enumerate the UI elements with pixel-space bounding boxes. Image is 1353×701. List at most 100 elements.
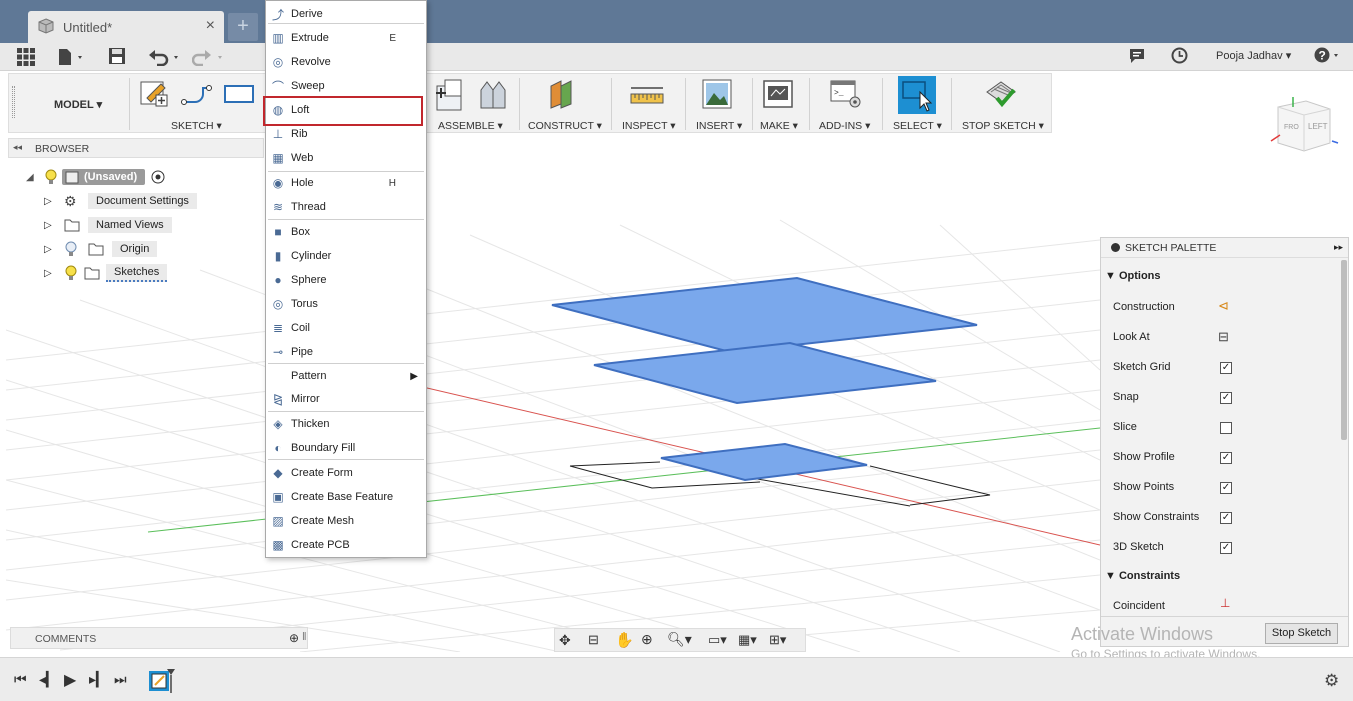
sketch-group-label[interactable]: SKETCH ▾ — [171, 120, 222, 132]
construct-group-label[interactable]: CONSTRUCT ▾ — [528, 120, 602, 132]
browser-item-document-settings[interactable]: ▷ ⚙ Document Settings — [44, 191, 197, 211]
menu-item-revolve[interactable]: ◎ Revolve — [266, 51, 426, 73]
viewports-icon[interactable]: ⊞▾ — [769, 632, 786, 648]
browser-root-item[interactable]: ◢ (Unsaved) — [26, 167, 165, 187]
toolbar-grip[interactable] — [12, 86, 15, 118]
menu-item-sweep[interactable]: ⌒ Sweep — [266, 75, 426, 97]
menu-item-create-mesh[interactable]: ▨ Create Mesh — [266, 510, 426, 532]
menu-item-extrude[interactable]: ▥ Extrude E — [266, 27, 426, 49]
palette-checkbox-3d-sketch[interactable]: ✓ — [1220, 542, 1232, 554]
palette-checkbox-sketch-grid[interactable]: ✓ — [1220, 362, 1232, 374]
display-settings-icon[interactable]: ▭▾ — [708, 632, 727, 648]
menu-item-sphere[interactable]: ● Sphere — [266, 269, 426, 291]
construction-toggle-icon[interactable]: ⊲ — [1218, 298, 1229, 314]
joint-icon[interactable] — [477, 78, 509, 112]
middle-sketch-profile[interactable] — [593, 341, 937, 405]
options-section[interactable]: ▼ Options — [1105, 270, 1161, 282]
file-menu-icon[interactable] — [58, 48, 88, 66]
look-at-icon[interactable]: ⊟ — [588, 632, 599, 648]
coincident-constraint-icon[interactable]: ⊥ — [1220, 596, 1230, 610]
3d-print-icon[interactable] — [762, 78, 794, 110]
top-sketch-profile[interactable] — [551, 276, 978, 354]
browser-panel-header[interactable]: ◂◂ BROWSER — [8, 138, 264, 158]
expand-triangle-icon[interactable]: ▷ — [44, 244, 64, 255]
data-panel-grid-icon[interactable] — [17, 48, 35, 66]
browser-item-named-views[interactable]: ▷ Named Views — [44, 215, 172, 235]
assemble-group-label[interactable]: ASSEMBLE ▾ — [438, 120, 503, 132]
insert-image-icon[interactable] — [701, 78, 733, 110]
expand-triangle-icon[interactable]: ▷ — [44, 220, 64, 231]
palette-checkbox-show-constraints[interactable]: ✓ — [1220, 512, 1232, 524]
measure-icon[interactable] — [629, 82, 665, 108]
comments-grip-icon[interactable]: ‖ — [302, 631, 307, 643]
menu-item-box[interactable]: ■ Box — [266, 221, 426, 243]
menu-item-hole[interactable]: ◉ Hole H — [266, 172, 426, 194]
menu-item-thread[interactable]: ≋ Thread — [266, 196, 426, 218]
go-to-start-icon[interactable]: ⏮ — [14, 671, 27, 688]
menu-item-create-form[interactable]: ◆ Create Form — [266, 462, 426, 484]
menu-item-create-pcb[interactable]: ▩ Create PCB — [266, 534, 426, 556]
palette-checkbox-show-points[interactable]: ✓ — [1220, 482, 1232, 494]
collapse-browser-icon[interactable]: ◂◂ — [13, 142, 22, 153]
redo-icon[interactable] — [192, 48, 226, 66]
pan-hand-icon[interactable]: ✋ — [615, 631, 634, 649]
workspace-switcher[interactable]: MODEL ▾ — [54, 98, 102, 111]
menu-item-torus[interactable]: ◎ Torus — [266, 293, 426, 315]
palette-checkbox-show-profile[interactable]: ✓ — [1220, 452, 1232, 464]
browser-item-sketches[interactable]: ▷ Sketches — [44, 263, 168, 283]
zoom-icon[interactable]: ⊕ — [641, 631, 653, 648]
stop-sketch-group-label[interactable]: STOP SKETCH ▾ — [962, 120, 1044, 132]
menu-item-pattern[interactable]: Pattern ▶ — [266, 365, 426, 387]
expand-triangle-icon[interactable]: ▷ — [44, 196, 64, 207]
menu-item-thicken[interactable]: ◈ Thicken — [266, 413, 426, 435]
orbit-icon[interactable]: ✥ — [559, 632, 571, 649]
make-group-label[interactable]: MAKE ▾ — [760, 120, 798, 132]
step-back-icon[interactable]: ◂▎ — [39, 671, 57, 688]
create-sketch-icon[interactable] — [139, 78, 169, 108]
timeline-settings-gear-icon[interactable]: ⚙ — [1324, 671, 1339, 691]
palette-pin-icon[interactable] — [1111, 243, 1120, 252]
constraint-coincident[interactable]: Coincident — [1113, 600, 1165, 612]
palette-header[interactable]: SKETCH PALETTE ▸▸ — [1101, 238, 1348, 258]
stop-sketch-icon[interactable] — [983, 78, 1019, 110]
palette-checkbox-snap[interactable]: ✓ — [1220, 392, 1232, 404]
stop-sketch-button[interactable]: Stop Sketch — [1265, 623, 1338, 644]
menu-item-boundary-fill[interactable]: ◐ Boundary Fill — [266, 437, 426, 459]
timeline-sketch-feature-icon[interactable] — [147, 667, 179, 693]
browser-item-origin[interactable]: ▷ Origin — [44, 239, 158, 259]
look-at-button-icon[interactable]: ⊟ — [1218, 329, 1229, 345]
fit-zoom-icon[interactable]: 🔍︎▾ — [667, 631, 692, 648]
save-icon[interactable] — [108, 47, 126, 65]
user-menu[interactable]: Pooja Jadhav ▾ — [1216, 49, 1291, 62]
inspect-group-label[interactable]: INSPECT ▾ — [622, 120, 676, 132]
collapse-triangle-icon[interactable]: ◢ — [26, 172, 44, 183]
addins-group-label[interactable]: ADD-INS ▾ — [819, 120, 870, 132]
play-icon[interactable]: ▶ — [64, 670, 76, 690]
select-button[interactable] — [898, 76, 936, 114]
go-to-end-icon[interactable]: ⏭ — [114, 671, 127, 688]
palette-expand-icon[interactable]: ▸▸ — [1334, 242, 1343, 253]
undo-icon[interactable] — [148, 48, 182, 66]
menu-item-web[interactable]: ▦ Web — [266, 147, 426, 169]
help-icon[interactable]: ? — [1314, 47, 1342, 65]
document-tab[interactable]: Untitled* × — [28, 11, 224, 43]
menu-item-cylinder[interactable]: ▮ Cylinder — [266, 245, 426, 267]
menu-item-derive[interactable]: ⤴ Derive — [266, 3, 426, 25]
viewcube[interactable]: FRO LEFT — [1268, 97, 1340, 155]
constraints-section[interactable]: ▼ Constraints — [1105, 570, 1180, 582]
new-tab-button[interactable]: + — [228, 13, 258, 41]
expand-triangle-icon[interactable]: ▷ — [44, 268, 64, 279]
notifications-chat-icon[interactable] — [1129, 48, 1145, 64]
menu-item-rib[interactable]: ⊥ Rib — [266, 123, 426, 145]
menu-item-pipe[interactable]: ⊸ Pipe — [266, 341, 426, 363]
add-comment-icon[interactable]: ⊕ — [289, 631, 299, 645]
new-component-icon[interactable] — [433, 78, 469, 112]
job-status-clock-icon[interactable] — [1171, 47, 1188, 64]
grid-settings-icon[interactable]: ▦▾ — [738, 632, 757, 648]
palette-checkbox-slice[interactable] — [1220, 422, 1232, 434]
rectangle-sketch-icon[interactable] — [223, 84, 257, 106]
menu-item-coil[interactable]: ≣ Coil — [266, 317, 426, 339]
lightbulb-icon[interactable] — [44, 169, 58, 185]
comments-panel[interactable]: COMMENTS ⊕ ‖ — [10, 627, 308, 649]
menu-item-create-base-feature[interactable]: ▣ Create Base Feature — [266, 486, 426, 508]
